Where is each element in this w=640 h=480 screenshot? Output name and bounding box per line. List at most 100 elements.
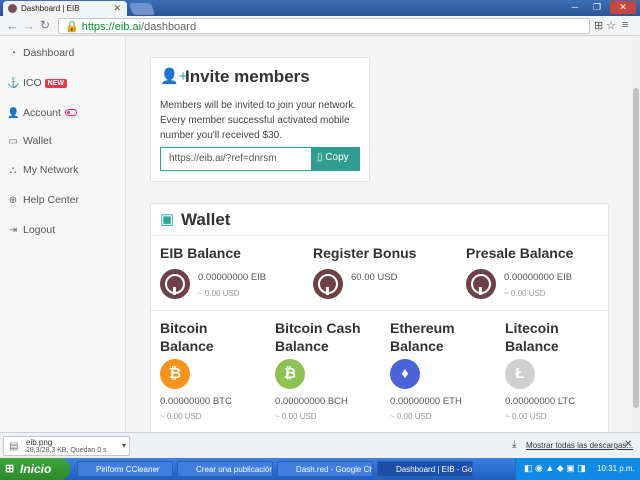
logout-icon: ⇥ bbox=[8, 225, 18, 236]
start-label: Inicio bbox=[20, 462, 52, 476]
sidebar-item-logout[interactable]: ⇥ Logout bbox=[7, 224, 55, 236]
account-toggle-icon bbox=[64, 109, 77, 116]
taskbar-item-chrome-1[interactable]: Crear una publicación... bbox=[177, 461, 273, 477]
menu-icon[interactable]: ≡ bbox=[622, 19, 628, 31]
litecoin-icon: Ł bbox=[505, 359, 535, 389]
back-icon[interactable]: ← bbox=[6, 18, 19, 33]
litecoin-balance-label: Litecoin Balance bbox=[505, 320, 559, 354]
sidebar: ◔ Dashboard ⚓ ICO NEW 👤 Account ▭ Wallet ⛬ My … bbox=[0, 36, 126, 432]
network-icon: ⛬ bbox=[9, 165, 17, 176]
download-icon: ⤓ bbox=[512, 439, 517, 450]
taskbar-item-chrome-2[interactable]: Dash.red - Google Ch... bbox=[277, 461, 373, 477]
scrollbar[interactable] bbox=[632, 36, 640, 432]
eib-coin-icon bbox=[466, 269, 496, 299]
main-content: 👤+ Invite members Members will be invite… bbox=[126, 36, 632, 432]
presale-balance-amount: 0.00000000 EIB bbox=[504, 272, 573, 283]
bitcoin-balance-label: Bitcoin Balance bbox=[160, 320, 214, 354]
sidebar-item-dashboard[interactable]: ◔ Dashboard bbox=[7, 47, 74, 59]
sidebar-item-label: My Network bbox=[23, 164, 79, 176]
bitcoin-cash-balance-usd: ~ 0.00 USD bbox=[275, 412, 317, 421]
task-label: Dashboard | EIB - Go... bbox=[396, 465, 473, 474]
invite-description: Members will be invited to join your net… bbox=[160, 100, 357, 141]
reload-icon[interactable]: ↻ bbox=[40, 18, 50, 32]
download-shelf: ▤ eib.png 28,3/28,3 KB, Quedan 0 s ▾ ⤓ M… bbox=[0, 432, 640, 458]
tab-title: Dashboard | EIB bbox=[21, 4, 80, 13]
litecoin-balance-amount: 0.00000000 LTC bbox=[505, 396, 576, 407]
sidebar-item-wallet[interactable]: ▭ Wallet bbox=[7, 135, 52, 147]
sidebar-item-help-center[interactable]: ⊕ Help Center bbox=[7, 194, 79, 206]
lock-icon: 🔒 bbox=[65, 21, 79, 33]
bitcoin-icon: ₿ bbox=[160, 359, 190, 389]
forward-icon[interactable]: → bbox=[22, 18, 35, 33]
scrollbar-thumb[interactable] bbox=[633, 88, 639, 408]
windows-logo-icon: ⊞ bbox=[5, 463, 15, 475]
close-tab-icon[interactable]: ✕ bbox=[113, 3, 121, 14]
account-icon: 👤 bbox=[7, 108, 20, 119]
eib-coin-icon bbox=[313, 269, 343, 299]
sidebar-item-my-network[interactable]: ⛬ My Network bbox=[7, 164, 79, 176]
browser-tab[interactable]: Dashboard | EIB ✕ bbox=[3, 1, 127, 16]
copy-button[interactable]: ▯ Copy bbox=[311, 147, 360, 171]
url-host: https://eib.ai bbox=[81, 21, 142, 33]
tray-icons[interactable]: ◧ ◉ ▲ ◆ ▣ ◨ bbox=[524, 463, 586, 474]
wallet-icon: ▭ bbox=[8, 136, 18, 147]
url-input[interactable]: 🔒 https://eib.ai/dashboard bbox=[58, 18, 590, 34]
task-label: Crear una publicación... bbox=[196, 465, 273, 474]
divider bbox=[151, 310, 608, 311]
window-close-icon[interactable]: ✕ bbox=[610, 1, 636, 14]
sidebar-item-label: Help Center bbox=[23, 194, 80, 206]
eib-favicon-icon bbox=[8, 4, 17, 13]
address-bar: ← → ↻ 🔒 https://eib.ai/dashboard ⊞ ☆ ≡ bbox=[0, 16, 640, 36]
download-item[interactable]: ▤ eib.png 28,3/28,3 KB, Quedan 0 s ▾ bbox=[3, 436, 130, 456]
taskbar-item-ccleaner[interactable]: Piriform CCleaner bbox=[77, 461, 173, 477]
invite-card: 👤+ Invite members Members will be invite… bbox=[150, 57, 370, 182]
download-filename: eib.png bbox=[26, 438, 53, 447]
clock: 10:31 p.m. bbox=[597, 464, 635, 473]
translate-icon[interactable]: ⊞ bbox=[594, 19, 603, 32]
restore-icon[interactable]: ❐ bbox=[588, 1, 606, 14]
bookmark-star-icon[interactable]: ☆ bbox=[606, 19, 616, 32]
eib-balance-usd: ~ 0.00 USD bbox=[198, 289, 240, 298]
ethereum-balance-amount: 0.00000000 ETH bbox=[390, 396, 462, 407]
ethereum-balance-label: Ethereum Balance bbox=[390, 320, 455, 354]
start-button[interactable]: ⊞ Inicio bbox=[0, 458, 70, 480]
show-all-downloads-link[interactable]: Mostrar todas las descargas... bbox=[526, 441, 633, 450]
presale-balance-label: Presale Balance bbox=[466, 245, 574, 261]
register-bonus-amount: 60.00 USD bbox=[351, 272, 398, 283]
wallet-card: ▣ Wallet EIB Balance 0.00000000 EIB ~ 0.… bbox=[150, 203, 609, 432]
register-bonus-label: Register Bonus bbox=[313, 245, 417, 261]
new-badge: NEW bbox=[44, 79, 68, 88]
task-label: Piriform CCleaner bbox=[96, 465, 160, 474]
eib-balance-amount: 0.00000000 EIB bbox=[198, 272, 267, 283]
wallet-icon: ▣ bbox=[160, 211, 175, 228]
task-label: Dash.red - Google Ch... bbox=[296, 465, 373, 474]
bitcoin-balance-amount: 0.00000000 BTC bbox=[160, 396, 232, 407]
wallet-title: Wallet bbox=[181, 210, 231, 229]
bitcoin-cash-balance-amount: 0.00000000 BCH bbox=[275, 396, 348, 407]
sidebar-item-label: ICO bbox=[23, 77, 42, 89]
sidebar-item-label: Wallet bbox=[23, 135, 52, 147]
browser-tab-strip: Dashboard | EIB ✕ ─ ❐ ✕ bbox=[0, 0, 640, 16]
copy-label: Copy bbox=[325, 152, 349, 163]
new-tab-button[interactable] bbox=[128, 3, 156, 15]
chevron-down-icon[interactable]: ▾ bbox=[122, 441, 126, 450]
taskbar-item-chrome-3[interactable]: Dashboard | EIB - Go... bbox=[377, 461, 473, 477]
sidebar-item-ico[interactable]: ⚓ ICO NEW bbox=[7, 77, 68, 89]
ico-icon: ⚓ bbox=[7, 78, 20, 89]
litecoin-balance-usd: ~ 0.00 USD bbox=[505, 412, 547, 421]
bitcoin-cash-balance-label: Bitcoin Cash Balance bbox=[275, 320, 361, 354]
close-icon[interactable]: ✕ bbox=[624, 439, 632, 450]
referral-link-field[interactable]: https://eib.ai/?ref=dnrsm bbox=[160, 147, 312, 171]
presale-balance-usd: ~ 0.00 USD bbox=[504, 289, 546, 298]
divider bbox=[151, 235, 608, 236]
sidebar-item-account[interactable]: 👤 Account bbox=[7, 107, 77, 119]
ethereum-icon: ♦ bbox=[390, 359, 420, 389]
download-info: 28,3/28,3 KB, Quedan 0 s bbox=[26, 447, 107, 454]
url-path: /dashboard bbox=[141, 21, 197, 33]
minimize-icon[interactable]: ─ bbox=[566, 1, 584, 14]
sidebar-item-label: Dashboard bbox=[23, 47, 75, 59]
eib-coin-icon bbox=[160, 269, 190, 299]
file-icon: ▤ bbox=[9, 441, 19, 452]
sidebar-item-label: Account bbox=[23, 107, 61, 119]
help-icon: ⊕ bbox=[8, 195, 18, 206]
